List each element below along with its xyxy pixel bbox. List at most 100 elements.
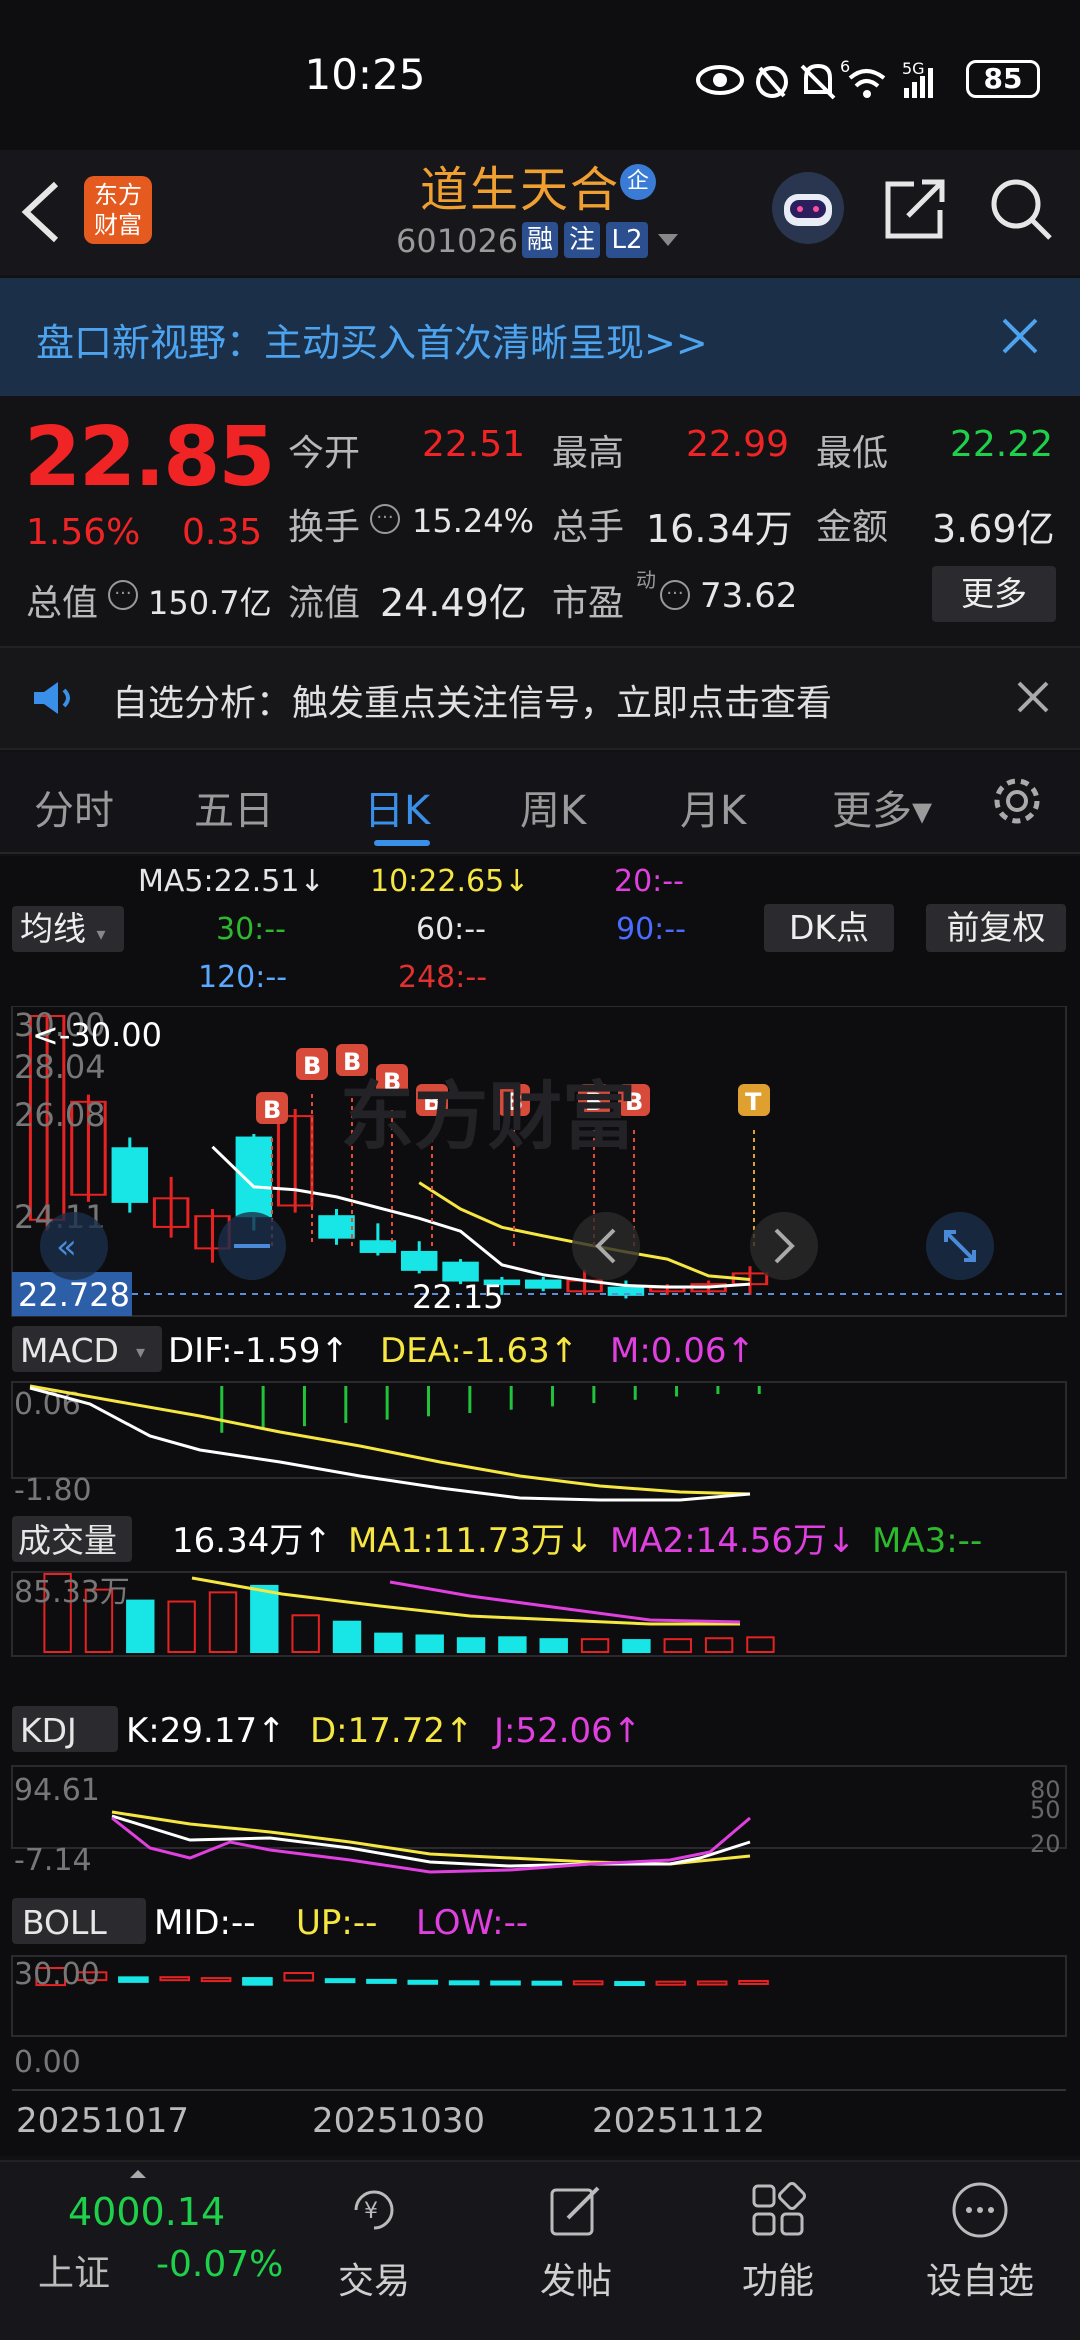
kdj-level: 50 — [1030, 1796, 1061, 1824]
index-value[interactable]: 4000.14 — [68, 2190, 225, 2234]
boll-candle — [200, 1977, 232, 1983]
ma30-label: 30:-- — [216, 912, 286, 947]
svg-text:东方财富: 东方财富 — [340, 1074, 636, 1160]
status-icons: 6 5G — [696, 58, 933, 100]
chevron-down-icon[interactable] — [656, 232, 680, 248]
kdj-level: 20 — [1030, 1830, 1061, 1858]
boll-candle — [242, 1977, 273, 1986]
add-watchlist-icon[interactable] — [950, 2180, 1010, 2240]
high-label: 最高 — [552, 433, 625, 474]
sim-label: 6 — [840, 58, 850, 76]
caret-up-icon — [130, 2170, 146, 2178]
kdj-j: J:52.06↑ — [492, 1711, 641, 1751]
ma248-label: 248:-- — [398, 960, 488, 995]
nav-function[interactable]: 功能 — [698, 2252, 858, 2304]
tag-margin: 融 — [522, 222, 558, 258]
volume-bar — [704, 1637, 734, 1653]
boll-candle — [531, 1980, 563, 1986]
app-logo: 东方 财富 — [84, 176, 152, 244]
candle — [400, 1250, 438, 1271]
macd-dea: DEA:-1.63↑ — [380, 1331, 578, 1371]
nav-add-watchlist[interactable]: 设自选 — [900, 2252, 1060, 2304]
boll-candle — [118, 1976, 149, 1983]
volume-bar — [374, 1632, 403, 1653]
status-time: 10:25 — [304, 50, 426, 99]
volume-bar — [332, 1620, 362, 1654]
high-value: 22.99 — [686, 424, 790, 465]
vol-value: 16.34万↑ — [172, 1521, 332, 1561]
volume-bar — [208, 1591, 238, 1654]
promo-banner-text[interactable]: 盘口新视野：主动买入首次清晰呈现>> — [36, 312, 708, 367]
ma-selector[interactable]: 均线 ▾ — [12, 906, 124, 952]
back-icon[interactable] — [18, 180, 62, 244]
pan-left-icon: « — [40, 1212, 108, 1280]
nav-trade[interactable]: 交易 — [294, 2252, 454, 2304]
change-amount: 0.35 — [182, 512, 263, 553]
eye-icon — [696, 65, 744, 95]
share-icon[interactable] — [884, 176, 948, 240]
info-icon[interactable]: ··· — [108, 580, 138, 610]
kline-chart-svg[interactable]: BBBBBBBBT 东方财富 30.00 28.04 26.08 24.11 <… — [0, 1006, 1080, 2156]
vol-ma2-line — [389, 1580, 741, 1624]
tab-weekly-k[interactable]: 周K — [520, 778, 586, 836]
kdj-y-top: 94.61 — [14, 1773, 100, 1808]
vol-y-top: 85.33万 — [14, 1575, 130, 1610]
macd-dif: DIF:-1.59↑ — [168, 1331, 349, 1371]
bell-mute-icon — [800, 63, 836, 100]
gear-icon[interactable] — [990, 774, 1044, 828]
kdj-d: D:17.72↑ — [310, 1711, 473, 1751]
volume-bar — [167, 1600, 196, 1654]
kline-min-label: 22.15 — [412, 1278, 504, 1316]
open-label: 今开 — [288, 433, 361, 474]
close-icon[interactable] — [1016, 680, 1050, 714]
tab-more[interactable]: 更多▾ — [832, 778, 932, 836]
volume-bar — [746, 1636, 775, 1653]
boll-candle — [696, 1980, 728, 1986]
dk-point-button[interactable]: DK点 — [764, 904, 894, 952]
tab-intraday[interactable]: 分时 — [34, 778, 114, 836]
low-value: 22.22 — [950, 424, 1054, 465]
scroll-right-icon — [750, 1212, 818, 1280]
robot-avatar-icon[interactable] — [770, 170, 846, 246]
battery-indicator: 85 — [966, 60, 1040, 98]
boll-candle — [283, 1972, 315, 1982]
enterprise-badge: 企 — [620, 164, 656, 200]
info-icon[interactable]: ··· — [660, 580, 690, 610]
adjust-button[interactable]: 前复权 — [926, 904, 1066, 952]
post-icon[interactable] — [546, 2180, 606, 2240]
more-button[interactable]: 更多 — [932, 566, 1056, 622]
nav-post[interactable]: 发帖 — [496, 2252, 656, 2304]
boll-y-bottom: 0.00 — [14, 2045, 81, 2080]
vol-ma2: MA2:14.56万↓ — [610, 1521, 856, 1561]
signal-label: 5G — [902, 59, 925, 78]
ma60-label: 60:-- — [416, 912, 486, 947]
index-name[interactable]: 上证 — [38, 2244, 110, 2296]
close-icon[interactable] — [1000, 316, 1040, 356]
last-price: 22.85 — [24, 410, 275, 505]
notice-text[interactable]: 自选分析：触发重点关注信号，立即点击查看 — [112, 674, 832, 726]
search-icon[interactable] — [988, 176, 1054, 242]
trade-icon[interactable]: ¥ — [344, 2180, 404, 2240]
volume-label: 总手 — [552, 507, 625, 548]
function-icon[interactable] — [748, 2180, 808, 2240]
market-cap-label: 总值 — [26, 583, 99, 624]
boll-y-top: 30.00 — [14, 1957, 100, 1992]
tab-daily-k[interactable]: 日K — [364, 778, 430, 836]
tag-level2: L2 — [606, 222, 648, 258]
volume-bar — [415, 1634, 444, 1654]
boll-up: UP:-- — [296, 1903, 377, 1943]
tab-five-day[interactable]: 五日 — [194, 778, 274, 836]
boll-candle — [407, 1979, 439, 1985]
open-value: 22.51 — [422, 424, 526, 465]
boll-candle — [448, 1980, 480, 1986]
kdj-d-line — [111, 1810, 751, 1866]
boll-candle — [614, 1981, 645, 1987]
volume-bar — [663, 1638, 692, 1654]
stock-name: 道生天合 — [420, 162, 621, 218]
kdj-y-bottom: -7.14 — [14, 1843, 92, 1878]
ma5-label: MA5:22.51↓ — [138, 864, 325, 899]
tab-monthly-k[interactable]: 月K — [680, 778, 746, 836]
info-icon[interactable]: ··· — [370, 504, 400, 534]
index-change[interactable]: -0.07% — [156, 2244, 283, 2285]
volume-bar — [580, 1638, 610, 1654]
